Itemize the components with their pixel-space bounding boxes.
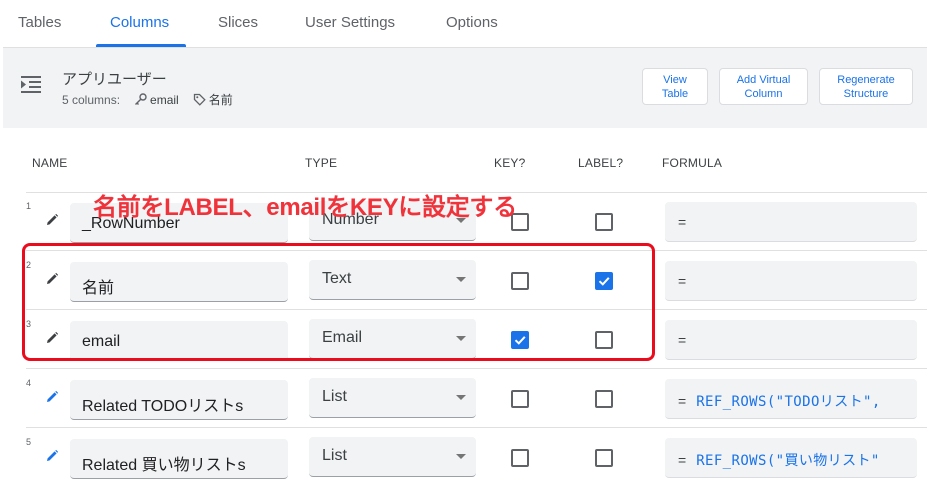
annotation-text: 名前をLABEL、emailをKEYに設定する (93, 194, 517, 221)
row-number: 4 (26, 378, 32, 388)
formula-field[interactable]: = (665, 261, 917, 301)
table-row: 3 email Email = (26, 311, 927, 369)
formula-expression: REF_ROWS("買い物リスト" (696, 453, 880, 469)
formula-equals: = (678, 452, 687, 468)
table-meta: 5 columns: email 名前 (62, 91, 233, 108)
view-table-label-line2: Table (661, 87, 689, 100)
formula-field[interactable]: = (665, 320, 917, 360)
column-type-value: Email (322, 329, 363, 346)
table-columns-panel: アプリユーザー 5 columns: email 名前 View Table Ad… (3, 47, 927, 484)
add-virtual-column-label-line2: Column (744, 87, 783, 100)
label-checkbox[interactable] (595, 331, 613, 349)
add-virtual-column-button[interactable]: Add Virtual Column (719, 68, 808, 105)
dropdown-caret-icon (456, 277, 466, 282)
table-name: アプリユーザー (62, 71, 167, 88)
regenerate-structure-label-line2: Structure (843, 87, 889, 100)
column-type-value: List (322, 388, 347, 405)
row-number: 5 (26, 437, 32, 447)
column-header-type: TYPE (305, 156, 338, 170)
label-checkbox[interactable] (595, 213, 613, 231)
label-checkbox[interactable] (595, 390, 613, 408)
formula-equals: = (678, 393, 687, 409)
formula-equals: = (678, 214, 687, 230)
edit-pencil-icon[interactable] (45, 449, 59, 463)
formula-expression: REF_ROWS("TODOリスト", (696, 394, 881, 410)
view-table-label-line1: View (663, 73, 687, 86)
table-row: 4 Related TODOリストs List = REF_ROWS("TODOリスト"… (26, 370, 927, 428)
column-name-field[interactable]: 名前 (70, 262, 288, 302)
key-checkbox[interactable] (511, 272, 529, 290)
table-row: 5 Related 買い物リストs List = REF_ROWS("買い物リスト" (26, 429, 927, 484)
column-type-select[interactable]: List (309, 437, 476, 477)
column-name-field[interactable]: Related 買い物リストs (70, 439, 288, 479)
column-type-select[interactable]: Text (309, 260, 476, 300)
checkmark-icon (598, 277, 610, 286)
table-row: 2 名前 Text = (26, 252, 927, 310)
column-name-field[interactable]: email (70, 321, 288, 361)
tab-columns[interactable]: Columns (110, 14, 169, 31)
formula-field[interactable]: = REF_ROWS("TODOリスト", (665, 379, 917, 419)
regenerate-structure-button[interactable]: Regenerate Structure (819, 68, 913, 105)
column-header-formula: FORMULA (662, 156, 723, 170)
columns-count: 5 columns: (62, 92, 121, 107)
dropdown-caret-icon (456, 454, 466, 459)
formula-equals: = (678, 332, 687, 348)
tab-tables[interactable]: Tables (18, 14, 61, 31)
edit-pencil-icon[interactable] (45, 272, 59, 286)
add-virtual-column-label-line1: Add Virtual (736, 73, 791, 86)
key-checkbox[interactable] (511, 331, 529, 349)
checkmark-icon (514, 336, 526, 345)
table-header[interactable]: アプリユーザー 5 columns: email 名前 View Table Ad… (3, 48, 927, 128)
tab-options[interactable]: Options (446, 14, 498, 31)
dropdown-caret-icon (456, 336, 466, 341)
formula-equals: = (678, 273, 687, 289)
row-number: 3 (26, 319, 32, 329)
formula-field[interactable]: = (665, 202, 917, 242)
label-tag-icon (193, 93, 206, 106)
column-name-field[interactable]: Related TODOリストs (70, 380, 288, 420)
key-checkbox[interactable] (511, 449, 529, 467)
column-type-value: Text (322, 270, 352, 287)
edit-pencil-icon[interactable] (45, 213, 59, 227)
label-checkbox[interactable] (595, 272, 613, 290)
key-icon (135, 93, 147, 105)
row-number: 2 (26, 260, 32, 270)
tab-slices[interactable]: Slices (218, 14, 258, 31)
column-type-value: List (322, 447, 347, 464)
top-tab-bar: Tables Columns Slices User Settings Opti… (0, 0, 927, 47)
key-checkbox[interactable] (511, 390, 529, 408)
label-column-name: 名前 (208, 93, 233, 107)
row-number: 1 (26, 201, 32, 211)
tab-user-settings[interactable]: User Settings (305, 14, 395, 31)
label-checkbox[interactable] (595, 449, 613, 467)
column-header-key: KEY? (494, 156, 526, 170)
column-type-select[interactable]: Email (309, 319, 476, 359)
edit-pencil-icon[interactable] (45, 390, 59, 404)
formula-field[interactable]: = REF_ROWS("買い物リスト" (665, 438, 917, 478)
dropdown-caret-icon (456, 395, 466, 400)
column-header-name: NAME (32, 156, 68, 170)
column-type-select[interactable]: List (309, 378, 476, 418)
key-column-name: email (150, 92, 179, 107)
format-indent-icon (21, 76, 41, 93)
edit-pencil-icon[interactable] (45, 331, 59, 345)
regenerate-structure-label-line1: Regenerate (837, 73, 895, 86)
view-table-button[interactable]: View Table (642, 68, 708, 105)
column-header-label: LABEL? (578, 156, 624, 170)
